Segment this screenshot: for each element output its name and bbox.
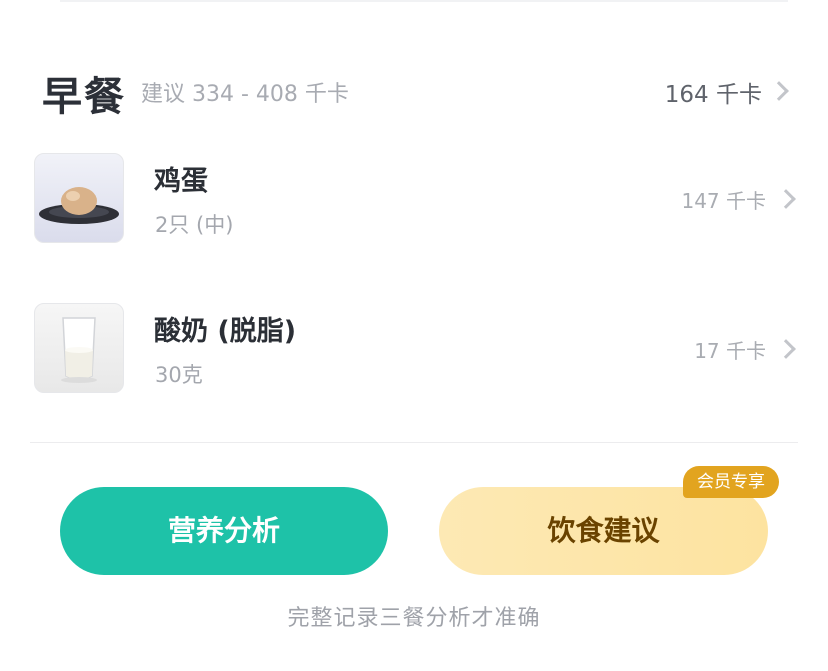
food-portion: 30克 (155, 363, 203, 387)
nutrition-analysis-button[interactable]: 营养分析 (60, 487, 388, 575)
diet-advice-button[interactable]: 饮食建议 (439, 487, 768, 575)
meal-calorie-suggestion: 建议 334 - 408 千卡 (141, 82, 349, 107)
food-calories: 147 千卡 (681, 189, 766, 213)
food-calories: 17 千卡 (694, 339, 766, 363)
food-portion: 2只 (中) (155, 213, 234, 237)
section-divider (30, 442, 798, 443)
glass-of-yogurt-image (34, 303, 124, 393)
footer-hint: 完整记录三餐分析才准确 (287, 606, 541, 631)
food-row-yogurt[interactable]: 酸奶 (脱脂) 30克 17 千卡 (0, 303, 828, 403)
chevron-right-icon (776, 339, 796, 359)
top-divider (60, 0, 788, 2)
food-name: 鸡蛋 (154, 166, 208, 197)
vip-only-badge: 会员专享 (683, 466, 779, 498)
chevron-right-icon (769, 81, 789, 101)
meal-total-calories: 164 千卡 (664, 82, 762, 108)
chevron-right-icon (776, 189, 796, 209)
food-name: 酸奶 (脱脂) (154, 316, 297, 347)
egg-on-plate-image (34, 153, 124, 243)
food-row-egg[interactable]: 鸡蛋 2只 (中) 147 千卡 (0, 153, 828, 253)
meal-title: 早餐 (42, 74, 126, 120)
